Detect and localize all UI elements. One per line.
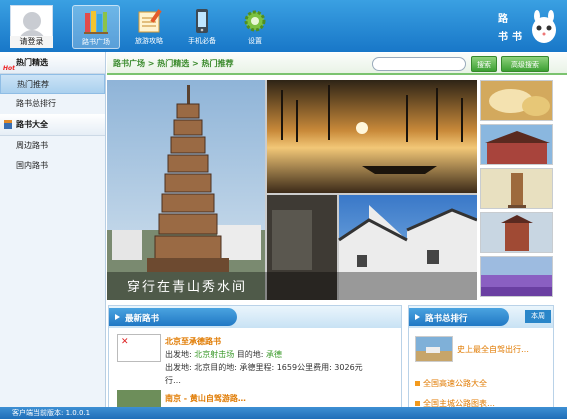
ranking-item-label: 全国高速公路大全: [423, 379, 487, 388]
phone-icon: [196, 9, 208, 33]
entry-title-link[interactable]: 北京至承德路书: [165, 336, 221, 347]
sidebar: Hot 热门精选 热门推荐 路书总排行 路书大全 周边路书 国内路书: [0, 52, 106, 407]
logo-char: 书: [498, 32, 509, 43]
sidebar-item-nearby[interactable]: 周边路书: [0, 136, 105, 156]
from-value[interactable]: 北京射击场: [194, 350, 234, 359]
sidebar-item-hot-recommend[interactable]: 热门推荐: [0, 74, 105, 94]
thumbnail-image: [481, 81, 552, 120]
nav-settings[interactable]: 设置: [231, 5, 279, 49]
book-box-icon: [4, 120, 12, 129]
entry-title-link[interactable]: 南京 - 黄山自驾游路…: [165, 393, 246, 404]
thumbnail-image: [481, 169, 552, 208]
thumbnail-image: [481, 213, 552, 252]
thumbnail[interactable]: [480, 256, 553, 297]
nav-label: 设置: [248, 37, 262, 45]
app-logo: 路 书 书: [496, 6, 560, 48]
sidebar-section-all[interactable]: 路书大全: [0, 114, 105, 136]
week-tab[interactable]: 本周: [525, 310, 551, 323]
breadcrumb: 路书广场 > 热门精选 > 热门推荐: [107, 53, 567, 75]
featured-collage[interactable]: 穿行在青山秀水间: [107, 80, 477, 300]
books-icon: [84, 11, 108, 34]
thumbnail[interactable]: [480, 168, 553, 209]
ranking-panel: 路书总排行 本周 史上最全自驾出行… 全国高速公路大全 全国主城公路图表…: [408, 305, 554, 408]
thumbnail-image: [481, 125, 552, 164]
sidebar-section-label: 热门精选: [16, 58, 48, 67]
status-bar: 客户端当前版本: 1.0.0.1: [0, 407, 567, 419]
thumbnail[interactable]: [480, 212, 553, 253]
top-toolbar: 请登录 路书广场 旅游攻略 手机必备 设置 路 书 书: [0, 0, 567, 52]
ranking-top-link[interactable]: 史上最全自驾出行…: [457, 344, 529, 355]
sidebar-section-hot[interactable]: Hot 热门精选: [0, 52, 105, 74]
broken-image-icon: ✕: [121, 337, 129, 347]
nav-label: 旅游攻略: [135, 37, 163, 45]
thumbnail[interactable]: [480, 124, 553, 165]
nav-mobile-essentials[interactable]: 手机必备: [178, 5, 226, 49]
collage-caption: 穿行在青山秀水间: [127, 280, 248, 295]
hot-badge: Hot: [3, 65, 16, 72]
panel-title: 最新路书: [125, 314, 160, 324]
arrow-icon: [115, 314, 120, 320]
car-road-icon: [416, 347, 452, 361]
search-button[interactable]: 搜索: [471, 56, 497, 72]
panel-header: 最新路书: [109, 306, 401, 328]
thumbnail-image: [481, 257, 552, 296]
nav-label: 手机必备: [188, 37, 216, 45]
sidebar-section-label: 路书大全: [16, 120, 48, 129]
ranking-item[interactable]: 全国高速公路大全: [415, 378, 487, 389]
avatar-head-icon: [23, 12, 41, 30]
entry-line3: 行…: [165, 376, 181, 385]
dest-value[interactable]: 承德: [266, 350, 282, 359]
mascot-icon: [532, 10, 556, 43]
logo-char: 书: [512, 32, 523, 43]
entry-thumbnail[interactable]: [117, 390, 161, 408]
panel-header: 路书总排行 本周: [409, 306, 553, 328]
entry-thumbnail[interactable]: ✕: [117, 334, 161, 362]
collage-image: [107, 80, 477, 300]
nav-label: 路书广场: [82, 38, 110, 46]
nav-book-square[interactable]: 路书广场: [72, 5, 120, 49]
breadcrumb-text[interactable]: 路书广场 > 热门精选 > 热门推荐: [113, 58, 234, 69]
entry-line2: 出发地: 北京目的地: 承德里程: 1659公里费用: 3026元: [165, 363, 363, 372]
entry-line1: 出发地: 北京射击场 目的地: 承德: [165, 349, 282, 360]
bullet-icon: [415, 401, 420, 406]
sidebar-item-overall-ranking[interactable]: 路书总排行: [0, 94, 105, 114]
notebook-icon: [138, 9, 162, 33]
panel-title: 路书总排行: [425, 314, 468, 324]
login-link[interactable]: 请登录: [10, 36, 53, 48]
logo-char: 路: [498, 14, 509, 25]
ranking-thumbnail[interactable]: [415, 336, 453, 362]
bullet-icon: [415, 381, 420, 386]
advanced-search-button[interactable]: 高级搜索: [501, 56, 549, 72]
arrow-icon: [415, 314, 420, 320]
sidebar-item-domestic[interactable]: 国内路书: [0, 156, 105, 176]
search-input[interactable]: [372, 57, 466, 71]
dest-label: 目的地:: [236, 350, 264, 359]
thumbnail-strip: [480, 80, 555, 300]
latest-books-panel: 最新路书 ✕ 北京至承德路书 出发地: 北京射击场 目的地: 承德 出发地: 北…: [108, 305, 402, 408]
from-label: 出发地:: [165, 350, 192, 359]
nav-travel-guide[interactable]: 旅游攻略: [125, 5, 173, 49]
gear-icon: [244, 10, 266, 32]
thumbnail[interactable]: [480, 80, 553, 121]
